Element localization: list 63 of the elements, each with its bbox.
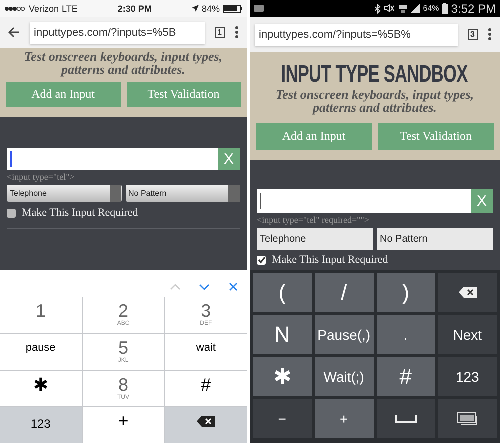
keypad-key[interactable]: ✱ (253, 357, 312, 396)
signal-icon (4, 6, 26, 12)
backspace-key[interactable] (438, 273, 497, 312)
keypad-key[interactable]: ✱ (0, 370, 82, 406)
input-code: <input type="tel"> (7, 172, 76, 182)
checkbox-label: Make This Input Required (22, 207, 138, 219)
menu-icon[interactable] (488, 28, 492, 41)
select-dropdown[interactable]: No Pattern (126, 185, 240, 202)
carrier-name: Verizon (29, 4, 60, 14)
keypad-key[interactable]: 123 (0, 407, 82, 443)
space-key[interactable] (376, 399, 436, 438)
input-code: <input type="tel" required=""> (257, 215, 370, 225)
keypad-key[interactable]: # (376, 357, 436, 396)
space-icon (394, 414, 417, 422)
checkbox-label: Make This Input Required (272, 254, 388, 266)
tagline: Test onscreen keyboards, input types, patterns and attributes. (274, 88, 476, 114)
signal-icon (411, 4, 420, 13)
select-dropdown[interactable]: Telephone (7, 185, 122, 202)
chevron-down-icon[interactable] (199, 283, 210, 291)
battery-icon (223, 4, 243, 12)
keyboard-key[interactable] (438, 399, 497, 438)
keypad-key[interactable]: Pause(,) (314, 315, 374, 354)
keypad-key[interactable]: # (165, 370, 247, 406)
battery-icon (442, 3, 448, 14)
keypad-key[interactable]: pause (0, 334, 82, 370)
address-field[interactable]: inputtypes.com/?inputs=%5B (30, 22, 205, 44)
close-icon[interactable] (228, 283, 239, 291)
location-icon (192, 5, 199, 12)
menu-icon[interactable] (235, 26, 239, 39)
back-arrow-icon[interactable] (8, 27, 20, 38)
checkbox[interactable] (257, 256, 266, 264)
keypad-key[interactable]: Wait(;) (314, 357, 374, 396)
status-time: 2:30 PM (116, 4, 153, 14)
site-title: INPUT TYPE SANDBOX (282, 62, 468, 88)
keypad-key[interactable]: Next (438, 315, 497, 354)
tagline: Test onscreen keyboards, input types, patterns and attributes. (23, 50, 224, 76)
keypad-key[interactable]: . (376, 315, 436, 354)
keypad-key[interactable]: N (253, 315, 312, 354)
address-field[interactable]: inputtypes.com/?inputs=%5B% (255, 24, 458, 46)
backspace-key[interactable] (165, 407, 247, 443)
keypad-key[interactable]: 123 (438, 357, 497, 396)
checkbox[interactable] (7, 208, 16, 218)
keypad-key[interactable]: / (314, 273, 374, 312)
input-field[interactable] (257, 189, 471, 213)
keypad-key[interactable]: + (82, 407, 164, 443)
battery-percent: 84% (202, 4, 220, 14)
keyboard-icon (456, 412, 479, 426)
battery-percent: 64% (423, 4, 440, 13)
input-field[interactable] (7, 148, 218, 170)
network-type: LTE (62, 4, 78, 14)
keypad-key[interactable]: wait (165, 334, 247, 370)
keypad-key[interactable]: + (314, 399, 374, 438)
keypad-key[interactable]: ) (376, 273, 436, 312)
backspace-icon (458, 287, 477, 298)
keypad-key[interactable]: − (253, 399, 312, 438)
status-time: 3:52 PM (451, 2, 496, 16)
keypad-key[interactable]: ( (253, 273, 312, 312)
tab-count[interactable]: 1 (214, 27, 225, 38)
tab-count[interactable]: 3 (468, 29, 478, 40)
bluetooth-icon (375, 4, 382, 14)
backspace-icon (197, 416, 216, 428)
mute-icon (384, 4, 396, 13)
keypad-key[interactable]: 1 (0, 297, 82, 333)
